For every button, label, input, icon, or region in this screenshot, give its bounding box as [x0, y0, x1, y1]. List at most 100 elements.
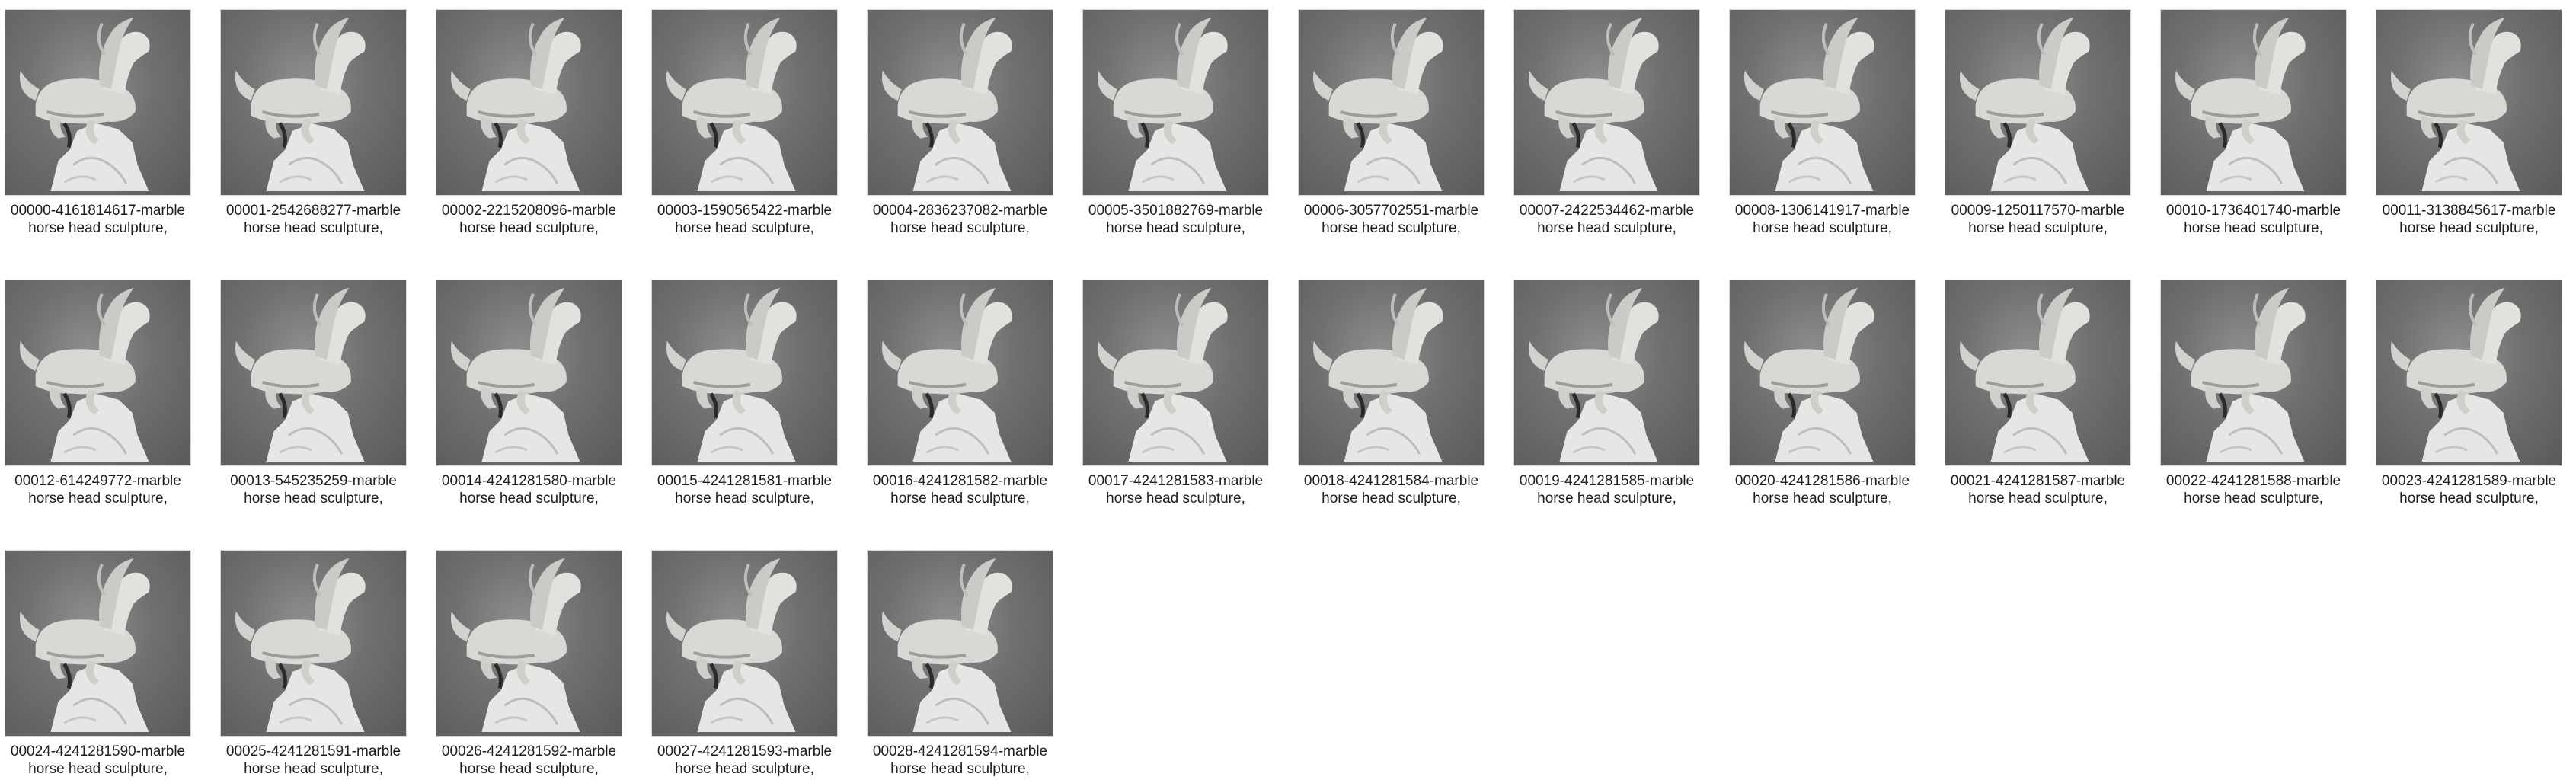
thumbnail[interactable]: [2160, 280, 2347, 466]
file-name[interactable]: 00011-3138845617-marble horse head sculp…: [2376, 202, 2562, 237]
thumbnail[interactable]: [5, 280, 191, 466]
thumbnail[interactable]: [867, 550, 1053, 737]
thumbnail[interactable]: [1945, 280, 2131, 466]
file-name[interactable]: 00018-4241281584-marble horse head sculp…: [1298, 472, 1485, 507]
file-name[interactable]: 00023-4241281589-marble horse head sculp…: [2376, 472, 2562, 507]
thumbnail[interactable]: [2160, 9, 2347, 196]
file-name[interactable]: 00020-4241281586-marble horse head sculp…: [1729, 472, 1916, 507]
thumbnail[interactable]: [1729, 9, 1916, 196]
file-item[interactable]: 00021-4241281587-marble horse head sculp…: [1945, 280, 2131, 507]
thumbnail[interactable]: [1082, 9, 1269, 196]
file-name[interactable]: 00013-545235259-marble horse head sculpt…: [220, 472, 407, 507]
file-item[interactable]: 00020-4241281586-marble horse head sculp…: [1729, 280, 1916, 507]
file-name-line-1: 00003-1590565422-marble: [657, 203, 833, 219]
thumbnail[interactable]: [867, 9, 1053, 196]
file-item[interactable]: 00007-2422534462-marble horse head sculp…: [1513, 9, 1700, 237]
thumbnail[interactable]: [2376, 9, 2562, 196]
file-item[interactable]: 00008-1306141917-marble horse head sculp…: [1729, 9, 1916, 237]
file-item[interactable]: 00003-1590565422-marble horse head sculp…: [651, 9, 838, 237]
file-item[interactable]: 00026-4241281592-marble horse head sculp…: [436, 550, 622, 778]
file-name[interactable]: 00007-2422534462-marble horse head sculp…: [1513, 202, 1700, 237]
file-item[interactable]: 00010-1736401740-marble horse head sculp…: [2160, 9, 2347, 237]
file-name-line-1: 00028-4241281594-marble: [872, 743, 1048, 759]
thumbnail[interactable]: [1513, 280, 1700, 466]
file-item[interactable]: 00013-545235259-marble horse head sculpt…: [220, 280, 407, 507]
thumbnail[interactable]: [2376, 280, 2562, 466]
file-item[interactable]: 00025-4241281591-marble horse head sculp…: [220, 550, 407, 778]
file-grid: 00000-4161814617-marble horse head sculp…: [5, 9, 2562, 778]
thumbnail[interactable]: [651, 550, 838, 737]
file-item[interactable]: 00011-3138845617-marble horse head sculp…: [2376, 9, 2562, 237]
file-name[interactable]: 00025-4241281591-marble horse head sculp…: [220, 743, 407, 778]
thumbnail[interactable]: [220, 9, 407, 196]
file-item[interactable]: 00024-4241281590-marble horse head sculp…: [5, 550, 191, 778]
file-name[interactable]: 00019-4241281585-marble horse head sculp…: [1513, 472, 1700, 507]
file-name[interactable]: 00009-1250117570-marble horse head sculp…: [1945, 202, 2131, 237]
file-item[interactable]: 00006-3057702551-marble horse head sculp…: [1298, 9, 1485, 237]
thumbnail[interactable]: [220, 550, 407, 737]
file-item[interactable]: 00005-3501882769-marble horse head sculp…: [1082, 9, 1269, 237]
file-name[interactable]: 00005-3501882769-marble horse head sculp…: [1082, 202, 1269, 237]
file-item[interactable]: 00018-4241281584-marble horse head sculp…: [1298, 280, 1485, 507]
file-name[interactable]: 00028-4241281594-marble horse head sculp…: [867, 743, 1053, 778]
file-name-line-1: 00008-1306141917-marble: [1734, 203, 1910, 219]
file-name[interactable]: 00024-4241281590-marble horse head sculp…: [5, 743, 191, 778]
file-name[interactable]: 00012-614249772-marble horse head sculpt…: [5, 472, 191, 507]
thumbnail[interactable]: [651, 280, 838, 466]
file-item[interactable]: 00022-4241281588-marble horse head sculp…: [2160, 280, 2347, 507]
thumbnail[interactable]: [436, 550, 622, 737]
file-name[interactable]: 00021-4241281587-marble horse head sculp…: [1945, 472, 2131, 507]
file-item[interactable]: 00019-4241281585-marble horse head sculp…: [1513, 280, 1700, 507]
thumbnail[interactable]: [1082, 280, 1269, 466]
file-item[interactable]: 00001-2542688277-marble horse head sculp…: [220, 9, 407, 237]
thumbnail[interactable]: [1513, 9, 1700, 196]
file-item[interactable]: 00014-4241281580-marble horse head sculp…: [436, 280, 622, 507]
thumbnail[interactable]: [867, 280, 1053, 466]
file-name[interactable]: 00001-2542688277-marble horse head sculp…: [220, 202, 407, 237]
file-name[interactable]: 00016-4241281582-marble horse head sculp…: [867, 472, 1053, 507]
file-name[interactable]: 00002-2215208096-marble horse head sculp…: [436, 202, 622, 237]
file-name[interactable]: 00006-3057702551-marble horse head sculp…: [1298, 202, 1485, 237]
file-name-line-1: 00026-4241281592-marble: [441, 743, 617, 759]
marble-horse-sculpture-thumbnail: [1744, 287, 1874, 462]
thumbnail[interactable]: [1729, 280, 1916, 466]
file-name[interactable]: 00017-4241281583-marble horse head sculp…: [1082, 472, 1269, 507]
file-name[interactable]: 00027-4241281593-marble horse head sculp…: [651, 743, 838, 778]
thumbnail[interactable]: [5, 9, 191, 196]
thumbnail[interactable]: [1298, 9, 1485, 196]
file-name[interactable]: 00008-1306141917-marble horse head sculp…: [1729, 202, 1916, 237]
thumbnail[interactable]: [1298, 280, 1485, 466]
thumbnail[interactable]: [436, 9, 622, 196]
marble-horse-sculpture-thumbnail: [1960, 287, 2090, 462]
file-name[interactable]: 00015-4241281581-marble horse head sculp…: [651, 472, 838, 507]
file-name-line-2: horse head sculpture,: [244, 491, 383, 507]
file-name[interactable]: 00014-4241281580-marble horse head sculp…: [436, 472, 622, 507]
file-item[interactable]: 00023-4241281589-marble horse head sculp…: [2376, 280, 2562, 507]
file-item[interactable]: 00004-2836237082-marble horse head sculp…: [867, 9, 1053, 237]
file-item[interactable]: 00027-4241281593-marble horse head sculp…: [651, 550, 838, 778]
thumbnail[interactable]: [5, 550, 191, 737]
file-item[interactable]: 00000-4161814617-marble horse head sculp…: [5, 9, 191, 237]
file-item[interactable]: 00009-1250117570-marble horse head sculp…: [1945, 9, 2131, 237]
file-name[interactable]: 00000-4161814617-marble horse head sculp…: [5, 202, 191, 237]
file-name[interactable]: 00026-4241281592-marble horse head sculp…: [436, 743, 622, 778]
thumbnail[interactable]: [436, 280, 622, 466]
file-name-line-2: horse head sculpture,: [1322, 220, 1461, 236]
thumbnail[interactable]: [651, 9, 838, 196]
file-name-line-2: horse head sculpture,: [890, 761, 1030, 777]
thumbnail[interactable]: [220, 280, 407, 466]
marble-horse-sculpture-thumbnail: [1098, 17, 1228, 192]
thumbnail[interactable]: [1945, 9, 2131, 196]
file-name[interactable]: 00010-1736401740-marble horse head sculp…: [2160, 202, 2347, 237]
file-item[interactable]: 00012-614249772-marble horse head sculpt…: [5, 280, 191, 507]
file-item[interactable]: 00017-4241281583-marble horse head sculp…: [1082, 280, 1269, 507]
file-name[interactable]: 00003-1590565422-marble horse head sculp…: [651, 202, 838, 237]
file-item[interactable]: 00016-4241281582-marble horse head sculp…: [867, 280, 1053, 507]
file-item[interactable]: 00028-4241281594-marble horse head sculp…: [867, 550, 1053, 778]
file-item[interactable]: 00015-4241281581-marble horse head sculp…: [651, 280, 838, 507]
file-name[interactable]: 00004-2836237082-marble horse head sculp…: [867, 202, 1053, 237]
file-item[interactable]: 00002-2215208096-marble horse head sculp…: [436, 9, 622, 237]
file-name-line-1: 00021-4241281587-marble: [1950, 473, 2126, 489]
file-name-line-2: horse head sculpture,: [1537, 491, 1676, 507]
file-name[interactable]: 00022-4241281588-marble horse head sculp…: [2160, 472, 2347, 507]
